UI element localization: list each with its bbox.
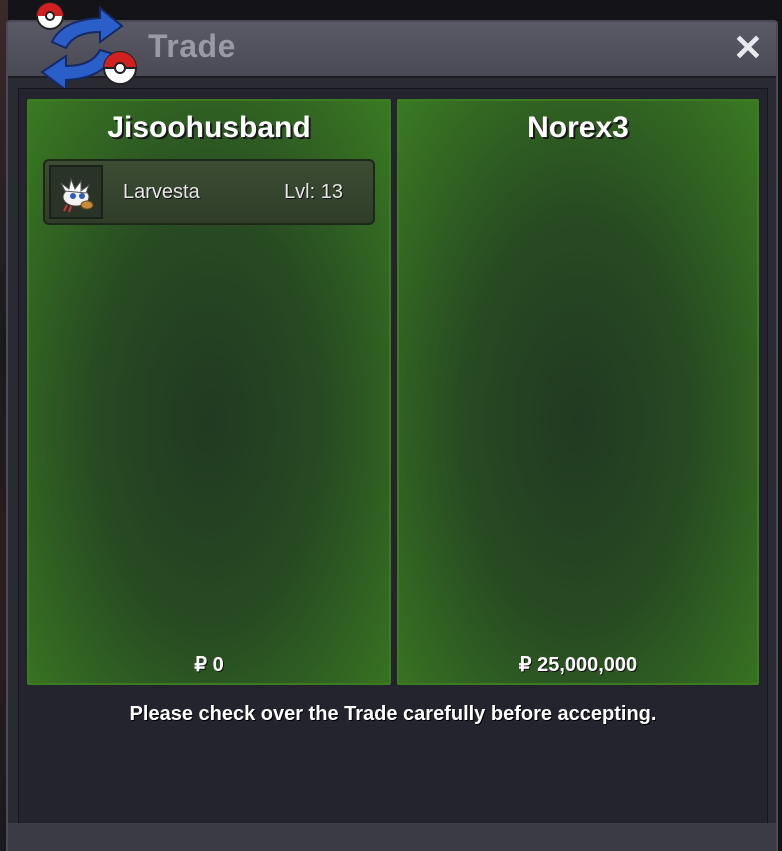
pokemon-icon-slot <box>49 165 103 219</box>
trade-content: Jisoohusband Larvesta Lvl: 13 ₽ 0 Norex3… <box>18 88 768 826</box>
trade-window: Trade ✕ Jisoohusband Larvesta Lvl: 13 ₽ … <box>6 2 778 851</box>
larvesta-icon <box>60 177 94 213</box>
player-panel-right: Norex3 ₽ 25,000,000 <box>397 99 759 685</box>
trade-notice: Please check over the Trade carefully be… <box>129 703 657 725</box>
pokemon-level: Lvl: 13 <box>284 181 343 203</box>
close-button[interactable]: ✕ <box>728 28 768 68</box>
pokemon-list-item[interactable]: Larvesta Lvl: 13 <box>43 159 375 225</box>
money-offer: ₽ 0 <box>194 654 224 676</box>
window-title: Trade <box>148 28 236 64</box>
close-icon: ✕ <box>732 27 764 68</box>
player-name: Norex3 <box>527 111 629 144</box>
player-panel-left: Jisoohusband Larvesta Lvl: 13 ₽ 0 <box>27 99 391 685</box>
pokemon-name: Larvesta <box>123 181 200 203</box>
money-offer: ₽ 25,000,000 <box>518 654 638 676</box>
window-bottom-bar <box>8 823 776 851</box>
player-name: Jisoohusband <box>107 111 311 144</box>
trade-logo-icon <box>36 2 137 92</box>
